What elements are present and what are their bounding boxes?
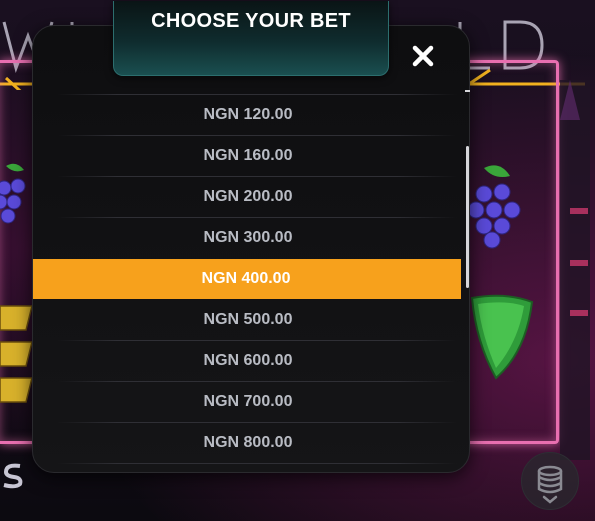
bet-option-list: NGN 120.00 NGN 160.00 NGN 200.00 NGN 300…: [33, 94, 463, 464]
close-icon: [412, 45, 434, 67]
coin-stack-icon: [537, 465, 563, 504]
tower-decor: [560, 80, 590, 460]
scrollbar-cap: [465, 90, 470, 92]
modal-header: CHOOSE YOUR BET: [113, 1, 389, 76]
melon-icon: [470, 294, 534, 380]
bet-option-label: NGN 400.00: [201, 270, 291, 287]
close-button[interactable]: [408, 41, 438, 71]
bet-option-label: NGN 300.00: [203, 229, 293, 246]
bar-icon: [0, 305, 33, 403]
bet-option[interactable]: NGN 160.00: [33, 136, 463, 176]
grapes-icon: [467, 165, 521, 249]
bet-option-label: NGN 200.00: [203, 188, 293, 205]
bet-option[interactable]: NGN 600.00: [33, 341, 463, 381]
game-screen: CHOOSE YOUR BET NGN 120.00 NGN 160.00 NG…: [0, 0, 595, 521]
bet-option[interactable]: NGN 120.00: [33, 95, 463, 135]
bet-option[interactable]: NGN 300.00: [33, 218, 463, 258]
text-fragment-icon: [3, 463, 23, 489]
bet-option[interactable]: NGN 700.00: [33, 382, 463, 422]
bet-settings-button[interactable]: [521, 452, 579, 510]
bet-option-label: NGN 700.00: [203, 393, 293, 410]
modal-title: CHOOSE YOUR BET: [151, 10, 351, 32]
grapes-icon: [0, 163, 26, 224]
bet-option-selected[interactable]: NGN 400.00: [33, 259, 461, 299]
bet-option[interactable]: NGN 200.00: [33, 177, 463, 217]
bet-option-label: NGN 800.00: [203, 434, 293, 451]
divider: [57, 463, 457, 464]
bet-selection-modal: CHOOSE YOUR BET NGN 120.00 NGN 160.00 NG…: [32, 1, 470, 473]
bet-option[interactable]: NGN 500.00: [33, 300, 463, 340]
bet-option-label: NGN 120.00: [203, 106, 293, 123]
bet-option[interactable]: NGN 800.00: [33, 423, 463, 463]
bet-option-label: NGN 500.00: [203, 311, 293, 328]
bet-option-label: NGN 160.00: [203, 147, 293, 164]
bet-option-label: NGN 600.00: [203, 352, 293, 369]
scrollbar-thumb[interactable]: [466, 146, 469, 288]
